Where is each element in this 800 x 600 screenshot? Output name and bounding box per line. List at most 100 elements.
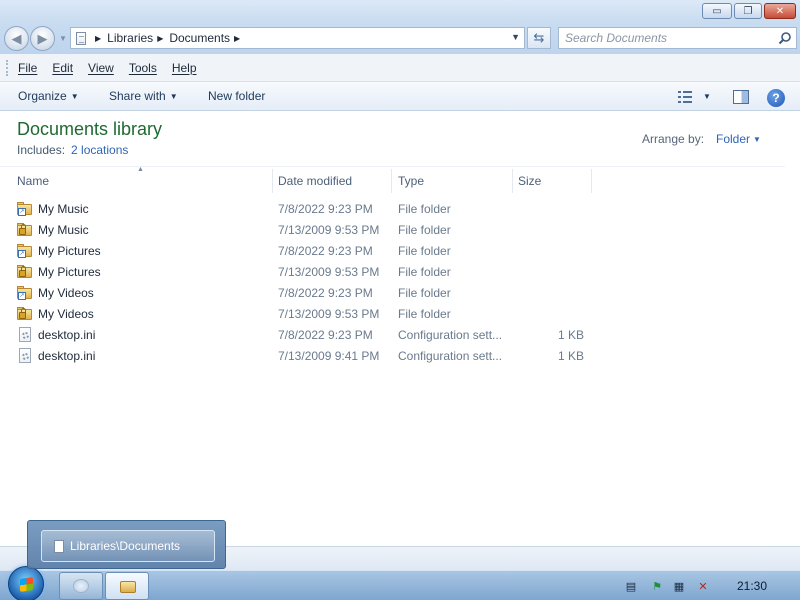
column-header-type[interactable]: Type	[398, 174, 424, 188]
back-button[interactable]: ◀	[4, 26, 29, 51]
preview-pane-icon[interactable]	[733, 90, 749, 104]
document-tray-icon[interactable]: ▤	[624, 579, 638, 593]
menu-grip	[6, 59, 10, 76]
thumbnail-window-item[interactable]: Libraries\Documents	[41, 530, 215, 562]
arrange-by-label: Arrange by:	[642, 132, 705, 146]
library-title: Documents library	[17, 119, 163, 139]
file-row[interactable]: ↗ My Pictures 7/8/2022 9:23 PM File fold…	[0, 240, 785, 261]
arrange-by-dropdown[interactable]: Folder ▼	[716, 132, 761, 146]
breadcrumb-chevron-icon[interactable]: ▶	[95, 34, 101, 43]
column-divider[interactable]	[591, 169, 592, 193]
folder-icon	[120, 581, 136, 593]
file-date: 7/8/2022 9:23 PM	[278, 202, 373, 216]
minimize-button[interactable]: ▭	[702, 3, 732, 19]
thumbnail-label: Libraries\Documents	[70, 539, 181, 553]
includes-line: Includes: 2 locations	[17, 143, 128, 157]
organize-button[interactable]: Organize ▼	[18, 89, 79, 103]
title-bar: ▭ ❐ ✕	[0, 0, 800, 22]
menu-edit[interactable]: Edit	[52, 61, 73, 75]
taskbar-windows-explorer[interactable]	[105, 572, 149, 600]
search-box[interactable]	[558, 27, 797, 49]
column-header-date-modified[interactable]: Date modified	[278, 174, 352, 188]
breadcrumb-documents[interactable]: Documents	[169, 31, 230, 45]
column-headers: ▲ Name Date modified Type Size	[0, 166, 785, 194]
address-bar[interactable]: ▶ Libraries ▶ Documents ▶ ▼	[70, 27, 525, 49]
organize-label: Organize	[18, 89, 67, 103]
file-name: My Music	[38, 223, 89, 237]
file-type: File folder	[398, 244, 451, 258]
folder-lock-icon	[17, 264, 33, 279]
column-divider[interactable]	[272, 169, 273, 193]
chevron-down-icon: ▼	[169, 92, 178, 101]
maximize-button[interactable]: ❐	[734, 3, 762, 19]
close-button[interactable]: ✕	[764, 3, 796, 19]
file-name: My Videos	[38, 307, 94, 321]
forward-button[interactable]: ▶	[30, 26, 55, 51]
address-dropdown-icon[interactable]: ▼	[511, 32, 520, 42]
system-tray: ▤ ⚑ ▦ ✕	[610, 571, 800, 600]
file-type: Configuration sett...	[398, 328, 503, 342]
breadcrumb-libraries[interactable]: Libraries	[107, 31, 153, 45]
file-type: File folder	[398, 307, 451, 321]
start-button[interactable]	[8, 566, 44, 600]
search-icon[interactable]	[778, 31, 792, 45]
arrange-by-value: Folder	[716, 132, 751, 146]
share-with-label: Share with	[109, 89, 166, 103]
file-date: 7/8/2022 9:23 PM	[278, 286, 373, 300]
library-icon	[54, 539, 64, 553]
breadcrumb-chevron-icon[interactable]: ▶	[157, 34, 163, 43]
file-name: My Music	[38, 202, 89, 216]
column-header-size[interactable]: Size	[518, 174, 541, 188]
locations-link[interactable]: 2 locations	[71, 143, 128, 157]
file-date: 7/13/2009 9:41 PM	[278, 349, 380, 363]
file-row[interactable]: ↗ My Music 7/8/2022 9:23 PM File folder	[0, 198, 785, 219]
change-view-icon[interactable]	[678, 91, 692, 103]
clock[interactable]: 21:30	[737, 579, 767, 593]
file-name: desktop.ini	[38, 349, 96, 363]
forward-arrow-icon: ▶	[37, 30, 48, 46]
search-input[interactable]	[559, 28, 759, 48]
file-type: Configuration sett...	[398, 349, 503, 363]
file-row[interactable]: My Videos 7/13/2009 9:53 PM File folder	[0, 303, 785, 324]
file-row[interactable]: desktop.ini 7/8/2022 9:23 PM Configurati…	[0, 324, 785, 345]
action-center-icon[interactable]: ⚑	[650, 579, 664, 593]
file-row[interactable]: My Music 7/13/2009 9:53 PM File folder	[0, 219, 785, 240]
includes-label: Includes:	[17, 143, 66, 157]
file-row[interactable]: desktop.ini 7/13/2009 9:41 PM Configurat…	[0, 345, 785, 366]
recent-pages-dropdown-icon[interactable]: ▼	[59, 34, 67, 43]
taskbar-thumbnail-popup: Libraries\Documents	[27, 520, 226, 569]
view-options-dropdown-icon[interactable]: ▼	[703, 92, 711, 101]
back-arrow-icon: ◀	[11, 30, 22, 46]
command-bar: Organize ▼ Share with ▼ New folder ▼ ?	[0, 82, 800, 111]
folder-shortcut-icon: ↗	[17, 201, 33, 216]
volume-muted-icon[interactable]: ✕	[696, 579, 710, 593]
column-divider[interactable]	[512, 169, 513, 193]
file-date: 7/13/2009 9:53 PM	[278, 307, 380, 321]
minimize-icon: ▭	[712, 5, 722, 17]
file-row[interactable]: ↗ My Videos 7/8/2022 9:23 PM File folder	[0, 282, 785, 303]
network-icon[interactable]: ▦	[672, 579, 686, 593]
column-header-name[interactable]: Name	[17, 174, 49, 188]
share-with-button[interactable]: Share with ▼	[109, 89, 178, 103]
menu-tools[interactable]: Tools	[129, 61, 157, 75]
taskbar: ▤ ⚑ ▦ ✕ 21:30	[0, 566, 800, 600]
file-date: 7/13/2009 9:53 PM	[278, 265, 380, 279]
config-file-icon	[17, 327, 33, 342]
file-name: desktop.ini	[38, 328, 96, 342]
taskbar-internet-explorer[interactable]	[59, 572, 103, 600]
new-folder-button[interactable]: New folder	[208, 89, 265, 103]
help-icon: ?	[772, 91, 780, 105]
column-divider[interactable]	[391, 169, 392, 193]
file-row[interactable]: My Pictures 7/13/2009 9:53 PM File folde…	[0, 261, 785, 282]
file-size: 1 KB	[557, 349, 584, 363]
breadcrumb-chevron-icon[interactable]: ▶	[234, 34, 240, 43]
menu-file[interactable]: File	[18, 61, 37, 75]
folder-shortcut-icon: ↗	[17, 243, 33, 258]
menu-help[interactable]: Help	[172, 61, 197, 75]
help-button[interactable]: ?	[767, 89, 785, 107]
refresh-button[interactable]: ⇆	[527, 27, 551, 49]
new-folder-label: New folder	[208, 89, 266, 103]
menu-view[interactable]: View	[88, 61, 114, 75]
file-name: My Pictures	[38, 244, 101, 258]
file-name: My Pictures	[38, 265, 101, 279]
